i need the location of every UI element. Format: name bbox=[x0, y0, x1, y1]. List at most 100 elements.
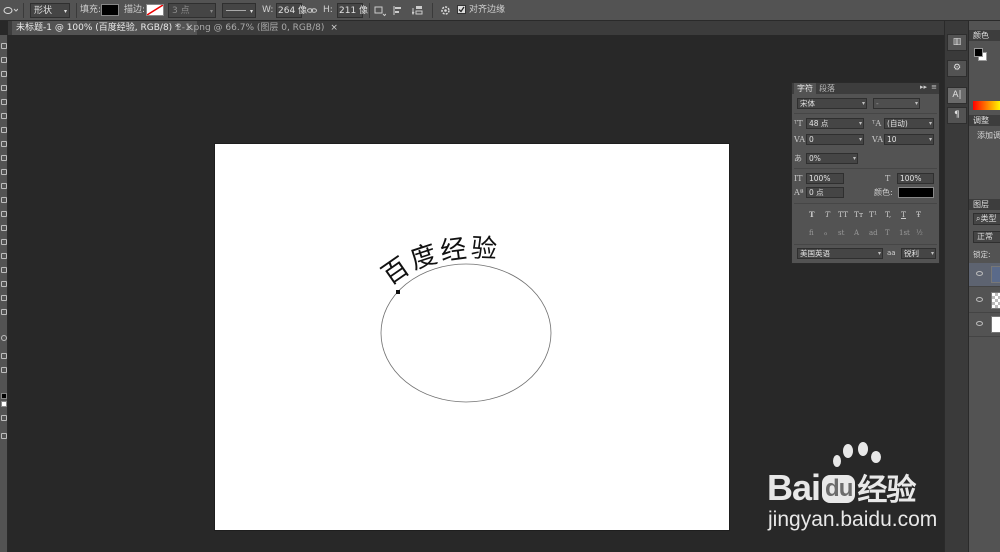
brush-tool-icon[interactable] bbox=[1, 141, 7, 147]
ligature-button[interactable]: fi bbox=[809, 229, 814, 237]
path-arrangement-icon[interactable] bbox=[411, 3, 426, 18]
color-spectrum-bar[interactable] bbox=[973, 101, 1000, 110]
tab-adjustments[interactable]: 调整 bbox=[969, 115, 1000, 126]
subscript-button[interactable]: T, bbox=[885, 210, 891, 219]
tab-color[interactable]: 颜色 bbox=[969, 30, 1000, 41]
layer-row[interactable] bbox=[969, 289, 1000, 313]
shape-tool-icon[interactable] bbox=[1, 281, 7, 287]
discretionary-ligature-button[interactable]: st bbox=[838, 229, 844, 237]
document-canvas[interactable]: 百度经验 bbox=[215, 144, 729, 530]
foreground-color-swatch[interactable] bbox=[1, 393, 7, 399]
history-icon[interactable]: ▥ bbox=[947, 34, 967, 51]
ellipse-tool-icon[interactable] bbox=[1, 335, 7, 341]
close-icon[interactable]: × bbox=[330, 23, 338, 33]
stroke-color-swatch[interactable] bbox=[146, 4, 164, 16]
eye-icon[interactable] bbox=[976, 271, 983, 276]
marquee-tool-icon[interactable] bbox=[1, 57, 7, 63]
quick-select-tool-icon[interactable] bbox=[1, 85, 7, 91]
anchor-point[interactable] bbox=[396, 290, 400, 294]
faux-italic-button[interactable]: T bbox=[825, 210, 830, 219]
tab-paragraph[interactable]: 段落 bbox=[816, 83, 838, 94]
faux-bold-button[interactable]: T bbox=[809, 210, 815, 219]
path-select-tool-icon[interactable] bbox=[1, 267, 7, 273]
history-brush-tool-icon[interactable] bbox=[1, 169, 7, 175]
height-input[interactable]: 211 像 bbox=[337, 3, 368, 18]
font-size-input[interactable]: 48 点 ▾ bbox=[806, 118, 864, 129]
screen-mode-icon[interactable] bbox=[1, 433, 7, 439]
all-caps-button[interactable]: TT bbox=[838, 210, 848, 219]
kerning-input[interactable]: 0 ▾ bbox=[806, 134, 864, 145]
dodge-tool-icon[interactable] bbox=[1, 225, 7, 231]
fractions-button[interactable]: ½ bbox=[916, 229, 923, 237]
document-tabs: 未标题-1 @ 100% (百度经验, RGB/8) * × 2-1.png @ … bbox=[8, 21, 944, 35]
tsume-input[interactable]: 0% ▾ bbox=[806, 153, 858, 164]
baseline-shift-input[interactable]: 0 点 bbox=[806, 187, 844, 198]
eye-icon[interactable] bbox=[976, 297, 983, 302]
gradient-tool-icon[interactable] bbox=[1, 197, 7, 203]
gear-icon[interactable] bbox=[440, 3, 451, 18]
swash-button[interactable]: A bbox=[854, 229, 859, 237]
stroke-width-field[interactable]: 3 点 ▾ bbox=[168, 3, 216, 18]
text-color-swatch[interactable] bbox=[898, 187, 934, 198]
zoom-tool-icon[interactable] bbox=[1, 309, 7, 315]
paragraph-panel-icon[interactable]: ¶ bbox=[947, 107, 967, 124]
lasso-tool-icon[interactable] bbox=[1, 71, 7, 77]
healing-brush-tool-icon[interactable] bbox=[1, 127, 7, 133]
character-panel-icon[interactable]: A| bbox=[947, 87, 967, 104]
tab-character[interactable]: 字符 bbox=[794, 83, 816, 94]
width-input[interactable]: 264 像 bbox=[276, 3, 307, 18]
stroke-type-select[interactable]: ▾ bbox=[222, 3, 256, 18]
tool-preset-picker[interactable] bbox=[2, 3, 19, 18]
quick-mask-icon[interactable] bbox=[1, 415, 7, 421]
eraser-tool-icon[interactable] bbox=[1, 183, 7, 189]
panel-menu-icon[interactable]: ≡ bbox=[931, 83, 937, 91]
tab-layers[interactable]: 图层 bbox=[969, 199, 1000, 210]
horizontal-scale-input[interactable]: 100% bbox=[897, 173, 934, 184]
link-icon[interactable] bbox=[307, 3, 317, 18]
hand-tool-icon[interactable] bbox=[1, 295, 7, 301]
fill-color-swatch[interactable] bbox=[101, 4, 119, 16]
collapse-icon[interactable]: ▸▸ bbox=[920, 83, 927, 91]
tab-untitled-1[interactable]: 未标题-1 @ 100% (百度经验, RGB/8) * × bbox=[12, 21, 198, 35]
layer-filter-select[interactable]: ⌕类型 bbox=[973, 213, 1000, 225]
font-family-select[interactable]: 宋体 ▾ bbox=[797, 98, 867, 109]
strikethrough-button[interactable]: Ŧ bbox=[916, 210, 921, 219]
underline-button[interactable]: T bbox=[901, 210, 906, 219]
vertical-scale-input[interactable]: 100% bbox=[806, 173, 844, 184]
ellipse-path[interactable] bbox=[380, 263, 552, 403]
hand-tool-icon[interactable] bbox=[1, 353, 7, 359]
path-text[interactable]: 百度经验 bbox=[377, 234, 501, 292]
zoom-tool-icon[interactable] bbox=[1, 367, 7, 373]
blend-mode-select[interactable]: 正常 bbox=[973, 231, 1000, 243]
clone-stamp-tool-icon[interactable] bbox=[1, 155, 7, 161]
small-caps-button[interactable]: Tт bbox=[854, 210, 863, 219]
contextual-alt-button[interactable]: ℴ bbox=[824, 229, 827, 237]
superscript-button[interactable]: T¹ bbox=[869, 210, 877, 219]
leading-input[interactable]: (自动) ▾ bbox=[884, 118, 934, 129]
type-tool-icon[interactable] bbox=[1, 253, 7, 259]
shape-mode-select[interactable]: 形状 ▾ bbox=[30, 3, 70, 18]
background-color-swatch[interactable] bbox=[1, 401, 7, 407]
font-style-select[interactable]: - ▾ bbox=[873, 98, 920, 109]
character-panel-header: 字符 段落 ▸▸ ≡ bbox=[792, 83, 939, 94]
titling-alt-button[interactable]: T bbox=[885, 229, 890, 237]
path-alignment-icon[interactable] bbox=[393, 3, 405, 18]
layer-row[interactable] bbox=[969, 263, 1000, 287]
tracking-input[interactable]: 10 ▾ bbox=[884, 134, 934, 145]
antialias-select[interactable]: 锐利 ▾ bbox=[901, 248, 936, 259]
layer-row[interactable] bbox=[969, 313, 1000, 337]
eyedropper-tool-icon[interactable] bbox=[1, 113, 7, 119]
pen-tool-icon[interactable] bbox=[1, 239, 7, 245]
align-edges-checkbox[interactable] bbox=[457, 5, 466, 14]
foreground-color-swatch[interactable] bbox=[974, 48, 983, 57]
stylistic-alt-button[interactable]: ad bbox=[869, 229, 878, 237]
tab-2-1-png[interactable]: 2-1.png @ 66.7% (图层 0, RGB/8) × bbox=[172, 21, 342, 35]
ordinals-button[interactable]: 1st bbox=[899, 229, 910, 237]
path-operations-icon[interactable] bbox=[374, 3, 387, 18]
blur-tool-icon[interactable] bbox=[1, 211, 7, 217]
language-select[interactable]: 美国英语 ▾ bbox=[797, 248, 883, 259]
eye-icon[interactable] bbox=[976, 321, 983, 326]
move-tool-icon[interactable] bbox=[1, 43, 7, 49]
crop-tool-icon[interactable] bbox=[1, 99, 7, 105]
brush-settings-icon[interactable]: ⚙ bbox=[947, 60, 967, 77]
